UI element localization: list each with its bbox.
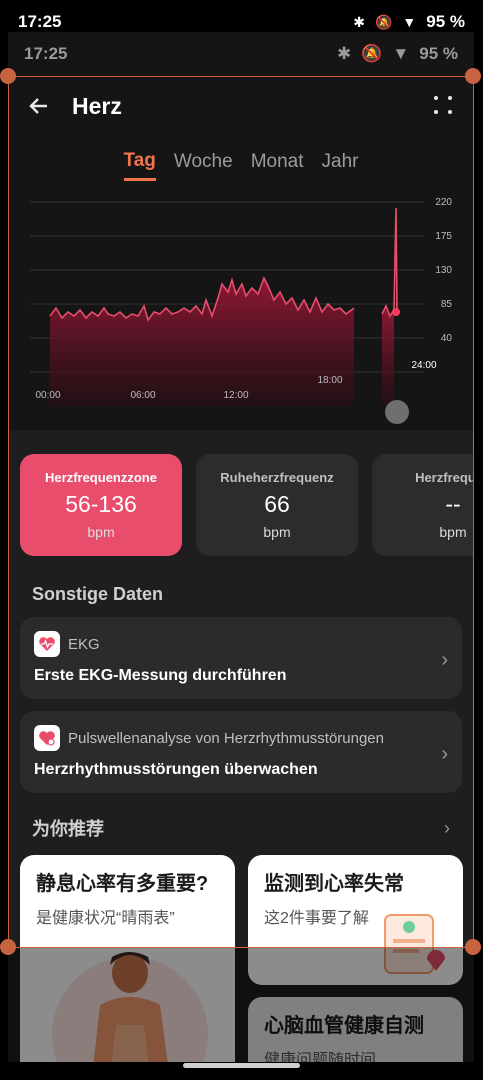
tab-year[interactable]: Jahr <box>322 145 359 179</box>
inner-status-time: 17:25 <box>24 44 68 63</box>
list-item-bottom-label: Erste EKG-Messung durchführen <box>34 667 287 684</box>
recommend-card-subtitle: 是健康状况“晴雨表” <box>36 910 175 927</box>
crop-handle-bottom-left[interactable] <box>0 939 16 955</box>
heart-rate-chart[interactable]: 220 175 130 85 40 00:00 06:00 12:00 18:0… <box>8 188 474 430</box>
metric-unit: bpm <box>439 524 467 540</box>
app-bar: Herz <box>8 76 474 136</box>
metric-card-zone[interactable]: Herzfrequenzzone 56-136 bpm <box>20 454 182 556</box>
chart-current-point[interactable] <box>392 308 400 316</box>
tab-month[interactable]: Monat <box>251 145 304 179</box>
chart-area-fill-late <box>382 306 394 406</box>
status-time: 17:25 <box>18 12 62 31</box>
crop-border-bottom[interactable] <box>8 947 474 948</box>
crop-handle-bottom-right[interactable] <box>465 939 481 955</box>
chart-scrub-handle[interactable] <box>385 400 409 424</box>
section-title-other: Sonstige Daten <box>32 584 164 604</box>
recommend-header[interactable]: 为你推荐 › <box>8 815 474 841</box>
y-tick-label: 85 <box>441 299 453 310</box>
y-tick-label: 220 <box>435 197 452 208</box>
metric-unit: bpm <box>263 524 291 540</box>
screenshot-crop-area[interactable]: 17:25 ✱ 🔕 ▼ 95 % Herz Tag Woche Monat Ja… <box>8 32 474 1062</box>
crop-handle-top-left[interactable] <box>0 68 16 84</box>
status-battery: 95 % <box>426 12 465 31</box>
inner-status-battery: 95 % <box>419 44 458 63</box>
metric-label: Herzfrequenzzone <box>45 470 157 485</box>
metric-label: Ruheherzfrequenz <box>220 470 334 485</box>
metric-value: -- <box>445 491 461 517</box>
x-tick-label: 00:00 <box>35 390 60 401</box>
wifi-icon: ▼ <box>392 44 410 63</box>
recommend-title: 为你推荐 <box>32 819 104 839</box>
y-tick-label: 175 <box>435 231 452 242</box>
list-item-top-label: EKG <box>68 635 100 653</box>
list-item-top-label: Pulswellenanalyse von Herzrhythmusstörun… <box>68 729 384 747</box>
chart-series-line-late <box>381 207 398 318</box>
metric-cards: Herzfrequenzzone 56-136 bpm Ruheherzfreq… <box>8 454 474 556</box>
pulse-wave-icon <box>34 725 60 751</box>
back-arrow-icon[interactable] <box>24 91 54 121</box>
chevron-right-icon: › <box>441 743 448 765</box>
crop-border-left[interactable] <box>8 76 9 948</box>
x-tick-label: 24:00 <box>411 360 436 371</box>
y-tick-label: 130 <box>435 265 452 276</box>
gesture-nav-bar[interactable] <box>183 1063 300 1068</box>
metric-card-resting[interactable]: Ruheherzfrequenz 66 bpm <box>196 454 358 556</box>
chart-svg: 220 175 130 85 40 00:00 06:00 12:00 18:0… <box>30 197 453 406</box>
chart-area-fill <box>50 278 354 406</box>
inner-status-bar: 17:25 ✱ 🔕 ▼ 95 % <box>8 32 474 76</box>
crop-border-right[interactable] <box>473 76 474 948</box>
tab-day[interactable]: Tag <box>123 144 156 181</box>
x-tick-label: 18:00 <box>317 375 342 386</box>
crop-border-top[interactable] <box>8 76 474 77</box>
recommend-card-title: 静息心率有多重要? <box>36 873 209 895</box>
chevron-right-icon: › <box>441 649 448 671</box>
ekg-icon <box>34 631 60 657</box>
crop-handle-top-right[interactable] <box>465 68 481 84</box>
mute-icon: 🔕 <box>361 44 383 63</box>
mute-icon: 🔕 <box>374 13 393 30</box>
period-tabs: Tag Woche Monat Jahr <box>8 136 474 188</box>
bluetooth-icon: ✱ <box>353 13 365 30</box>
bluetooth-icon: ✱ <box>337 44 352 63</box>
wifi-icon: ▼ <box>402 14 417 30</box>
crop-overlay-shade <box>0 948 483 1080</box>
x-tick-label: 12:00 <box>223 390 248 401</box>
tab-week[interactable]: Woche <box>174 145 233 179</box>
metric-card-variability[interactable]: Herzfrequen -- bpm <box>372 454 474 556</box>
y-tick-label: 40 <box>441 333 453 344</box>
x-tick-label: 06:00 <box>130 390 155 401</box>
metric-value: 56-136 <box>65 491 137 517</box>
chevron-right-icon: › <box>444 817 450 838</box>
page-title: Herz <box>72 92 122 119</box>
list-item-ekg[interactable]: EKG Erste EKG-Messung durchführen › <box>20 617 462 699</box>
list-item-arrhythmia[interactable]: Pulswellenanalyse von Herzrhythmusstörun… <box>20 711 462 793</box>
metric-label: Herzfrequen <box>415 470 474 485</box>
recommend-card-title: 监测到心率失常 <box>264 873 404 895</box>
metric-unit: bpm <box>87 524 115 540</box>
more-options-icon[interactable] <box>430 92 458 120</box>
metric-value: 66 <box>264 491 290 517</box>
list-item-bottom-label: Herzrhythmusstörungen überwachen <box>34 761 318 778</box>
